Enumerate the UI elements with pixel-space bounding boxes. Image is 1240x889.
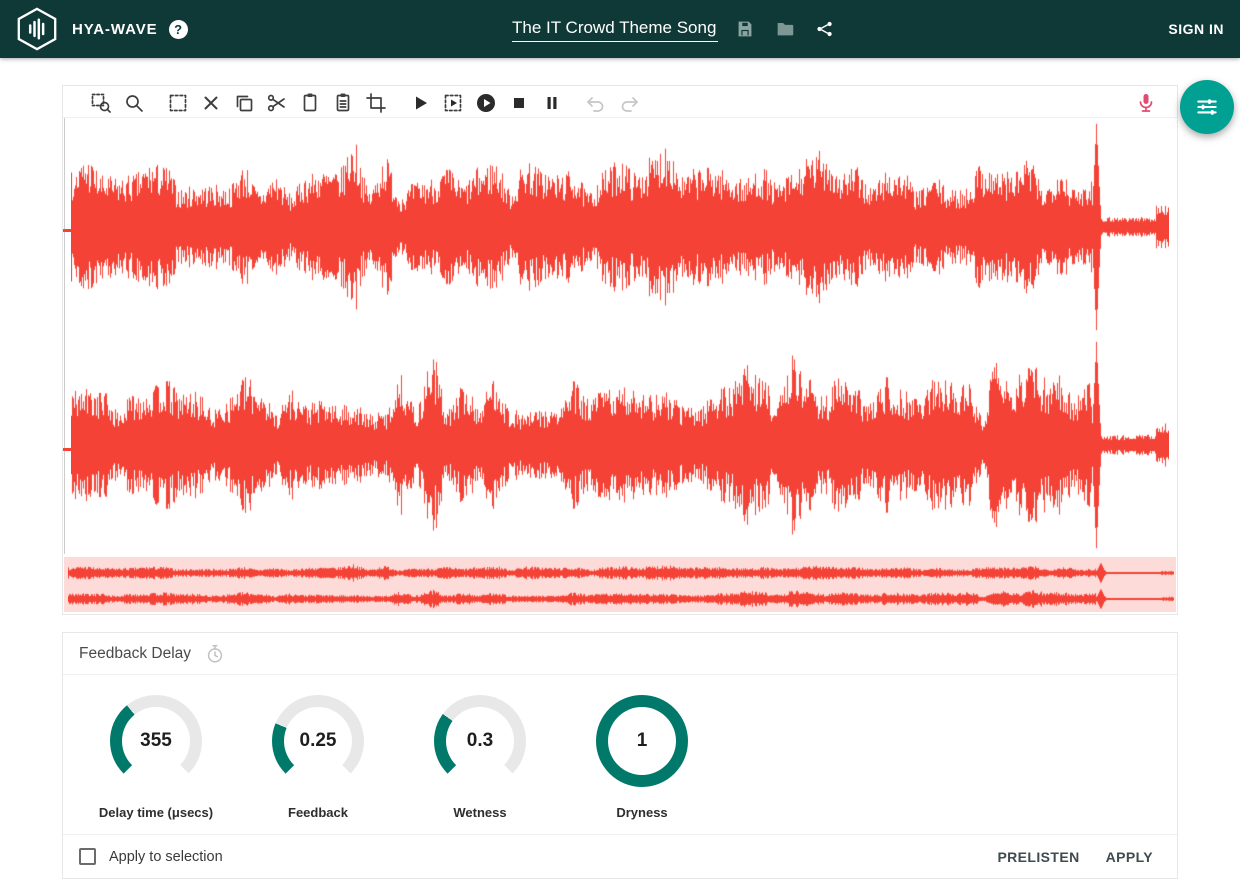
knob-wetness-dial[interactable]: 0.3 [434,695,526,787]
stop-icon [507,91,531,115]
undo-icon [584,91,608,115]
knob-row: 355 Delay time (μsecs) 0.25 Feedback 0.3… [63,675,1177,834]
knob-feedback: 0.25 Feedback [237,695,399,820]
stop-button[interactable] [504,88,534,118]
track-title-input[interactable] [512,16,718,42]
knob-wetness-label: Wetness [453,805,506,820]
effects-fab-button[interactable] [1180,80,1234,134]
overview-strip[interactable] [64,557,1176,612]
prelisten-button[interactable]: PRELISTEN [997,849,1079,865]
deselect-button[interactable] [196,88,226,118]
cut-icon [265,91,289,115]
play-selection-button[interactable] [438,88,468,118]
knob-delay-time-label: Delay time (μsecs) [99,805,213,820]
effect-panel: Feedback Delay 355 Delay time (μsecs) 0.… [62,632,1178,879]
record-button[interactable] [1131,88,1161,118]
knob-delay-time-value: 355 [110,695,202,787]
redo-button[interactable] [614,88,644,118]
wave-editor-panel [62,85,1178,615]
copy-icon [232,91,256,115]
pause-icon [540,91,564,115]
knob-feedback-label: Feedback [288,805,348,820]
zoom-group [86,88,149,118]
knob-delay-time: 355 Delay time (μsecs) [75,695,237,820]
crop-button[interactable] [361,88,391,118]
waveform-area[interactable] [63,118,1177,554]
knob-wetness-value: 0.3 [434,695,526,787]
knob-dryness: 1 Dryness [561,695,723,820]
effect-actions: PRELISTEN APPLY [971,849,1153,865]
share-button[interactable] [812,16,838,42]
overview-waveform-left [68,562,1174,584]
redo-icon [617,91,641,115]
app-logo[interactable] [14,6,60,52]
playhead-cursor [64,118,65,554]
effect-panel-header: Feedback Delay [63,633,1177,675]
knob-feedback-dial[interactable]: 0.25 [272,695,364,787]
effect-panel-footer: Apply to selection PRELISTEN APPLY [63,834,1177,878]
editor-toolbar [63,86,1177,118]
play-all-icon [474,91,498,115]
paste-icon [298,91,322,115]
apply-to-selection-label[interactable]: Apply to selection [109,849,223,865]
timer-icon [204,643,226,665]
knob-wetness: 0.3 Wetness [399,695,561,820]
knob-dryness-dial[interactable]: 1 [596,695,688,787]
select-all-icon [166,91,190,115]
record-icon [1134,91,1158,115]
help-button[interactable]: ? [169,20,188,39]
cut-button[interactable] [262,88,292,118]
copy-button[interactable] [229,88,259,118]
undo-button[interactable] [581,88,611,118]
knob-dryness-value: 1 [596,695,688,787]
apply-to-selection-checkbox[interactable] [79,848,96,865]
app-name: HYA-WAVE [72,21,158,38]
select-all-button[interactable] [163,88,193,118]
paste-replace-icon [331,91,355,115]
save-button[interactable] [732,16,758,42]
waveform-channel-right[interactable] [71,336,1169,554]
open-file-button[interactable] [772,16,798,42]
zoom-button[interactable] [119,88,149,118]
play-icon [408,91,432,115]
sign-in-button[interactable]: SIGN IN [1168,0,1224,58]
zoom-selection-button[interactable] [86,88,116,118]
knob-delay-time-dial[interactable]: 355 [110,695,202,787]
play-all-button[interactable] [471,88,501,118]
track-title-group [512,0,838,58]
knob-dryness-label: Dryness [616,805,667,820]
save-icon [734,18,756,40]
effect-title: Feedback Delay [79,645,191,663]
open-folder-icon [774,18,796,40]
waveform-channel-left[interactable] [71,118,1169,336]
knob-feedback-value: 0.25 [272,695,364,787]
pause-button[interactable] [537,88,567,118]
zoom-icon [122,91,146,115]
play-selection-icon [441,91,465,115]
top-bar: HYA-WAVE ? SIGN IN [0,0,1240,58]
channel-right-zero-marker [63,448,72,451]
channel-left-zero-marker [63,229,72,232]
tune-icon [1194,94,1220,120]
transport-group [405,88,567,118]
paste-button[interactable] [295,88,325,118]
history-group [581,88,644,118]
play-button[interactable] [405,88,435,118]
deselect-icon [199,91,223,115]
apply-button[interactable]: APPLY [1106,849,1153,865]
share-icon [814,18,836,40]
paste-replace-button[interactable] [328,88,358,118]
crop-icon [364,91,388,115]
overview-waveform-right [68,588,1174,610]
zoom-selection-icon [89,91,113,115]
edit-group [163,88,391,118]
